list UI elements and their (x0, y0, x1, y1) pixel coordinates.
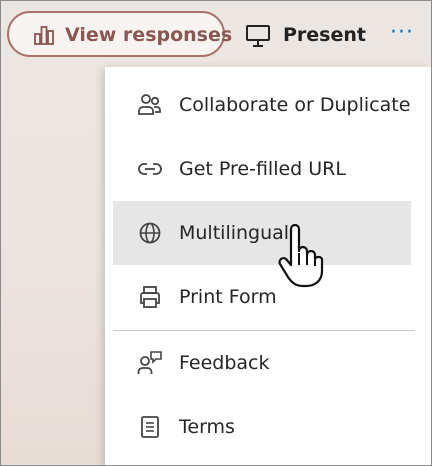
view-responses-label: View responses (65, 24, 233, 46)
menu-item-feedback[interactable]: Feedback (105, 331, 431, 395)
view-responses-button[interactable]: View responses (7, 11, 232, 57)
people-icon (138, 94, 161, 115)
menu-item-multilingual[interactable]: Multilingual (113, 201, 411, 265)
menu-item-collaborate[interactable]: Collaborate or Duplicate (105, 73, 431, 137)
printer-icon (140, 286, 160, 308)
window: View responses Present ··· Collaborate o… (0, 0, 432, 466)
feedback-icon (137, 351, 162, 374)
hand-pointer-icon (278, 223, 324, 288)
toolbar: View responses Present ··· (1, 1, 431, 67)
menu-item-print-form[interactable]: Print Form (105, 265, 431, 329)
menu-item-label: Print Form (179, 286, 277, 308)
present-button[interactable]: Present (245, 15, 366, 55)
menu-item-label: Collaborate or Duplicate (179, 94, 411, 116)
document-icon (141, 416, 159, 438)
menu-item-label: Multilingual (179, 222, 290, 244)
menu-item-prefilled-url[interactable]: Get Pre-filled URL (105, 137, 431, 201)
more-options-button[interactable]: ··· (387, 22, 417, 44)
menu-item-label: Terms (179, 416, 235, 438)
presentation-screen-icon (246, 25, 270, 47)
present-label: Present (283, 24, 366, 46)
menu-item-terms[interactable]: Terms (105, 395, 431, 459)
bar-chart-icon (34, 26, 54, 45)
menu-item-label: Feedback (179, 352, 270, 374)
menu-item-label: Get Pre-filled URL (179, 158, 346, 180)
more-options-menu: Collaborate or Duplicate Get Pre-filled … (105, 67, 431, 465)
globe-icon (139, 222, 161, 244)
link-icon (138, 163, 162, 175)
